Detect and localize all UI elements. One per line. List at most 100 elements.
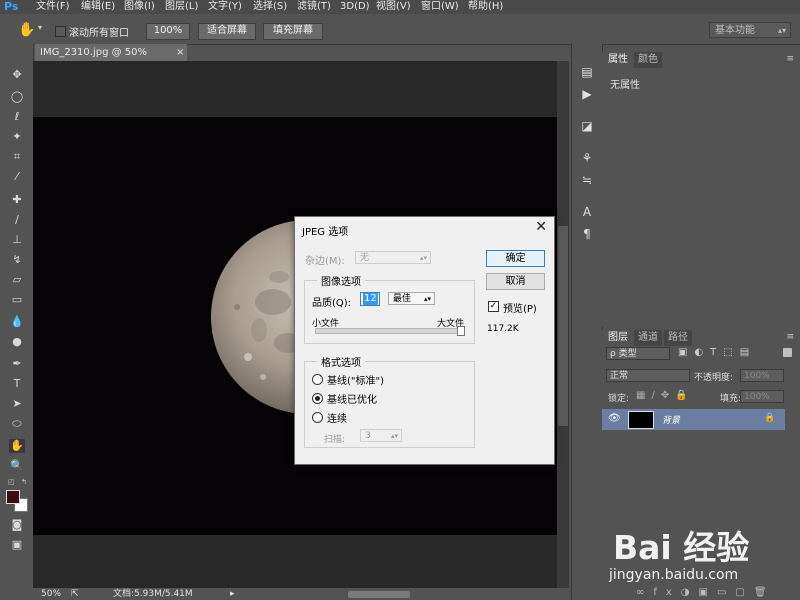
pen-tool-icon[interactable]: ✒	[9, 357, 25, 371]
menu-3d[interactable]: 3D(D)	[340, 0, 370, 14]
history-brush-tool-icon[interactable]: ↯	[9, 253, 25, 267]
cancel-button[interactable]: 取消	[486, 273, 545, 290]
preview-checkbox[interactable]: ✓	[488, 301, 499, 312]
menu-type[interactable]: 文字(Y)	[208, 0, 242, 14]
menu-window[interactable]: 窗口(W)	[421, 0, 459, 14]
type-tool-icon[interactable]: T	[9, 377, 25, 391]
horizontal-scrollbar-thumb[interactable]	[348, 591, 410, 598]
clone-stamp-tool-icon[interactable]: ⊥	[9, 233, 25, 247]
panel-menu-icon[interactable]: ≡	[786, 332, 794, 342]
layer-filter-icons[interactable]: ▣◐T⬚▤	[678, 347, 756, 358]
document-tab[interactable]: IMG_2310.jpg @ 50%(RGB/8*) ×	[35, 44, 187, 75]
marquee-tool-icon[interactable]: ◯	[9, 90, 25, 104]
quality-slider[interactable]	[315, 326, 465, 336]
dodge-tool-icon[interactable]: ●	[9, 335, 25, 349]
shape-tool-icon[interactable]: ⬭	[9, 417, 25, 431]
eraser-tool-icon[interactable]: ▱	[9, 273, 25, 287]
baseline-optimized-radio[interactable]	[312, 393, 323, 404]
menu-filter[interactable]: 滤镜(T)	[297, 0, 331, 14]
move-tool-icon[interactable]: ✥	[9, 68, 25, 82]
baseline-standard-radio[interactable]	[312, 374, 323, 385]
history-panel-icon[interactable]: ▤	[579, 65, 595, 79]
eyedropper-tool-icon[interactable]: ⁄	[9, 170, 25, 184]
quality-preset-select[interactable]: 最佳 ▴▾	[388, 292, 435, 305]
menu-image[interactable]: 图像(I)	[124, 0, 155, 14]
magic-wand-tool-icon[interactable]: ✦	[9, 130, 25, 144]
menu-layer[interactable]: 图层(L)	[165, 0, 198, 14]
vertical-scrollbar[interactable]	[557, 61, 569, 588]
adjustments-panel-icon[interactable]: ◪	[579, 119, 595, 133]
swap-colors-icon[interactable]: ↰	[21, 478, 27, 486]
tab-color[interactable]: 颜色	[634, 52, 662, 68]
panel-menu-icon[interactable]: ≡	[786, 54, 794, 64]
eye-icon[interactable]: 👁	[608, 413, 621, 424]
healing-brush-tool-icon[interactable]: ✚	[9, 193, 25, 207]
file-size-label: 117.2K	[487, 324, 519, 334]
opacity-input[interactable]: 100%	[740, 369, 784, 382]
chevron-down-icon: ▴▾	[423, 295, 431, 303]
lock-icons[interactable]: ▦∕✥🔒	[636, 390, 694, 401]
zoom-100-button[interactable]: 100%	[146, 23, 190, 40]
layer-name[interactable]: 背景	[662, 413, 680, 426]
close-icon[interactable]: ✕	[535, 219, 547, 235]
menu-select[interactable]: 选择(S)	[253, 0, 287, 14]
menu-edit[interactable]: 编辑(E)	[81, 0, 115, 14]
workspace-select[interactable]: 基本功能 ▴▾	[709, 22, 791, 38]
tab-channels[interactable]: 通道	[634, 330, 662, 346]
tab-paths[interactable]: 路径	[664, 330, 692, 346]
quality-value: 12	[363, 293, 378, 305]
close-icon[interactable]: ×	[176, 44, 184, 61]
layer-row[interactable]: 👁 背景 🔒	[602, 409, 785, 430]
quality-slider-thumb[interactable]	[457, 326, 465, 336]
quick-mask-icon[interactable]: ◙	[9, 518, 25, 532]
brush-tool-icon[interactable]: ∕	[9, 213, 25, 227]
default-colors-icon[interactable]: ◰	[8, 478, 15, 486]
zoom-level[interactable]: 50%	[41, 588, 61, 600]
filter-toggle-icon[interactable]	[783, 348, 792, 357]
fill-input[interactable]: 100%	[740, 390, 784, 403]
menu-file[interactable]: 文件(F)	[36, 0, 70, 14]
lasso-tool-icon[interactable]: ℓ	[9, 110, 25, 124]
quality-input[interactable]: 12	[360, 292, 380, 306]
paragraph-panel-icon[interactable]: ¶	[579, 227, 595, 241]
hand-tool-icon[interactable]: ✋	[18, 22, 35, 38]
screen-mode-icon[interactable]: ▣	[9, 538, 25, 552]
layer-filter-select[interactable]: ρ 类型	[606, 347, 670, 360]
scroll-all-windows-checkbox[interactable]	[55, 26, 66, 37]
blur-tool-icon[interactable]: 💧	[9, 315, 25, 329]
progressive-radio[interactable]	[312, 412, 323, 423]
scrollbar-thumb[interactable]	[558, 226, 568, 426]
ok-button[interactable]: 确定	[486, 250, 545, 267]
foreground-color-swatch[interactable]	[6, 490, 20, 504]
tool-preset-chevron-icon[interactable]: ▾	[38, 23, 42, 32]
baseline-optimized-label: 基线已优化	[327, 395, 377, 406]
export-icon[interactable]: ⇱	[71, 588, 79, 600]
tool-presets-icon[interactable]: ≒	[579, 173, 595, 187]
baseline-standard-label: 基线("标准")	[327, 376, 385, 387]
menu-view[interactable]: 视图(V)	[376, 0, 411, 14]
blend-mode-select[interactable]: 正常	[606, 369, 690, 382]
panel-icon-strip: ▤ ▶ ◪ ⚘ ≒ A ¶	[571, 44, 603, 600]
fit-screen-button[interactable]: 适合屏幕	[198, 23, 256, 40]
crop-tool-icon[interactable]: ⌗	[9, 150, 25, 164]
zoom-tool-icon[interactable]: 🔍	[9, 459, 25, 473]
layer-thumbnail	[628, 411, 654, 429]
scans-value: 3	[365, 431, 371, 441]
lock-label: 锁定:	[608, 394, 630, 404]
path-selection-tool-icon[interactable]: ➤	[9, 397, 25, 411]
menu-help[interactable]: 帮助(H)	[468, 0, 503, 14]
layer-actions-icons[interactable]: ∞fx◑▣▭▢🗑	[602, 587, 800, 600]
matte-select[interactable]: 无 ▴▾	[355, 251, 431, 264]
fill-screen-button[interactable]: 填充屏幕	[263, 23, 323, 40]
tab-layers[interactable]: 图层	[604, 330, 632, 346]
chevron-down-icon: ▴▾	[777, 26, 786, 35]
status-menu-icon[interactable]: ▸	[230, 588, 235, 600]
brush-presets-icon[interactable]: ⚘	[579, 151, 595, 165]
gradient-tool-icon[interactable]: ▭	[9, 293, 25, 307]
hand-tool-icon[interactable]: ✋	[9, 439, 25, 453]
watermark-logo: Bai 经验 jingyan.baidu.com	[608, 528, 749, 583]
actions-panel-icon[interactable]: ▶	[579, 87, 595, 101]
scans-select[interactable]: 3 ▴▾	[360, 429, 402, 442]
tab-properties[interactable]: 属性	[604, 52, 632, 68]
character-panel-icon[interactable]: A	[579, 205, 595, 219]
